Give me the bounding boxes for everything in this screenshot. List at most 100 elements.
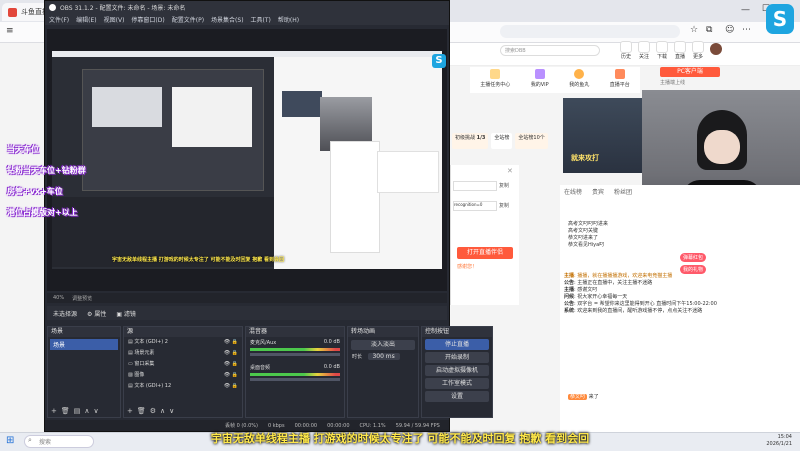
start-dialog: 复制 recognition=0 复制 打开直播伴侣 感谢您！ ✕ (450, 165, 519, 305)
copy-button-2[interactable]: 复制 (499, 202, 509, 209)
fps: 59.94 / 59.94 FPS (395, 422, 440, 429)
copy-button-1[interactable]: 复制 (499, 182, 509, 189)
zoom-level[interactable]: 40% (53, 295, 64, 301)
challenge-card[interactable]: 初级挑战 1/3 (452, 133, 489, 149)
tab-fans[interactable]: 粉丝团 (614, 187, 632, 196)
pc-client-badge[interactable]: PC客户端 (660, 67, 720, 77)
profile-icon[interactable]: ☺ (725, 25, 734, 35)
my-fishball[interactable]: 我的鱼丸 (569, 67, 589, 93)
gift-item: 高考文叼关键 (568, 228, 599, 234)
danmaku-redpack-badge[interactable]: 弹幕红包 (680, 253, 707, 262)
volume-slider[interactable] (250, 353, 340, 356)
chat-panel: 在线榜 贵宾 粉丝团 高考文叼叼叼进来 高考文叼关键 恭文叼进来了 恭文看见Hi… (560, 185, 800, 432)
nav-live[interactable]: 直播 (674, 41, 686, 60)
no-source-selected: 未选择源 (53, 310, 78, 318)
transition-select[interactable]: 淡入淡出 (351, 340, 415, 350)
game-thumbnail: 就来攻打 (563, 98, 643, 173)
live-platform[interactable]: 直播平台 (610, 67, 630, 93)
source-controls[interactable]: +🗑⚙∧∨ (127, 407, 178, 415)
heart-icon (638, 41, 650, 53)
dropped-frames: 丢帧 0 (0.0%) (225, 423, 258, 429)
stop-stream-button[interactable]: 停止直播 (425, 339, 489, 350)
dialog-close-icon[interactable]: ✕ (507, 167, 513, 175)
cpu-usage: CPU: 1.1% (359, 422, 386, 429)
bitrate: 0 kbps (267, 422, 285, 429)
chat-message: 问候: 祝大家开心幸福每一天 (564, 294, 628, 300)
transitions-dock: 转场动画 淡入淡出 时长 300 ms (347, 326, 419, 418)
all-rank-card[interactable]: 全站榜 (491, 133, 513, 149)
gift-item: 高考文叼叼叼进来 (568, 221, 609, 227)
scene-item[interactable]: 场景 (50, 339, 118, 350)
volume-slider[interactable] (250, 378, 340, 381)
nav-more[interactable]: 更多 (692, 41, 704, 60)
live-icon (674, 41, 686, 53)
menu-docks[interactable]: 停靠窗口(D) (131, 15, 164, 24)
filters-button[interactable]: ▣ 滤镜 (116, 309, 136, 318)
recognition-field[interactable]: recognition=0 (453, 201, 497, 211)
preview-scale-label[interactable]: 调整预览 (72, 295, 92, 302)
menu-scene-collection[interactable]: 场景集合(S) (211, 15, 244, 24)
room-sign-text: 就来攻打 (571, 154, 599, 162)
chat-message: 系统: 欢迎来到我的直播间，醒听游戏播不停，点点关注不迷路 (564, 308, 703, 314)
mixer-dock: 混音器 麦克风/Aux 0.0 dB 桌面音频 0.0 dB (245, 326, 345, 418)
settings-button[interactable]: 设置 (425, 391, 489, 402)
audio-meter (250, 348, 340, 351)
controls-dock: 控制按钮 停止直播 开始录制 启动虚拟摄像机 工作室模式 设置 (421, 326, 493, 418)
chat-message: 公告: 主播正在直播中，关注主播不迷路 (564, 280, 653, 286)
overlay-line: 港位占模版对+以上 (7, 208, 78, 217)
overlay-line: 钻粉当天车位+钻粉群 (7, 166, 86, 175)
menu-profile[interactable]: 配置文件(P) (172, 15, 204, 24)
minimize-icon[interactable]: — (741, 5, 750, 15)
obs-preview[interactable]: S 宇宙无敌单线程主播 打游戏的时候太专注了 可能不能及时回复 抱歉 看到会回 … (7, 29, 447, 291)
tab-vip[interactable]: 贵宾 (592, 187, 604, 196)
enter-notice: 恭文叼 来了 (568, 394, 599, 400)
start-recording-button[interactable]: 开始录制 (425, 352, 489, 363)
welcome-text: 感谢您！ (457, 264, 478, 270)
coin-icon (574, 69, 585, 79)
my-gift-badge[interactable]: 我的礼物 (680, 265, 707, 274)
sources-title: 源 (124, 327, 242, 337)
mixer-channel: 麦克风/Aux 0.0 dB (250, 339, 340, 346)
source-item[interactable]: ▤ 场景元素 👁 🔒 (128, 348, 242, 359)
duration-input[interactable]: 300 ms (367, 353, 400, 360)
menu-edit[interactable]: 编辑(E) (76, 15, 96, 24)
duration-label: 时长 (352, 354, 363, 360)
sources-dock: 源 ▤ 文本 (GDI+) 2 👁 🔒 ▤ 场景元素 👁 🔒 ▭ 窗口采集 👁 🔒 ▨… (123, 326, 243, 418)
nav-follow[interactable]: 关注 (638, 41, 650, 60)
source-item[interactable]: ▭ 窗口采集 👁 🔒 (128, 359, 242, 370)
star-icon[interactable]: ☆ (690, 25, 698, 35)
menu-icon[interactable]: ≡ (6, 26, 14, 36)
virtual-camera-button[interactable]: 启动虚拟摄像机 (425, 365, 489, 376)
gift-item: 恭文叼进来了 (568, 235, 599, 241)
source-item[interactable]: ▤ 文本 (GDI+) 12 👁 🔒 (128, 381, 242, 392)
avatar[interactable] (710, 43, 722, 55)
nav-download[interactable]: 下载 (656, 41, 668, 60)
menu-file[interactable]: 文件(F) (49, 15, 69, 24)
tab-online-rank[interactable]: 在线榜 (564, 187, 582, 196)
scene-controls[interactable]: +🗑▤∧∨ (51, 407, 103, 415)
more-icon[interactable]: ⋯ (742, 25, 751, 35)
menu-help[interactable]: 帮助(H) (278, 15, 299, 24)
menu-tools[interactable]: 工具(T) (251, 15, 271, 24)
mission-center[interactable]: 主播任务中心 (480, 67, 510, 93)
audio-meter (250, 373, 340, 376)
obs-titlebar: OBS 31.1.2 - 配置文件: 未命名 - 场景: 未命名 (45, 1, 449, 13)
vip-icon (534, 69, 545, 79)
source-item[interactable]: ▨ 图像 👁 🔒 (128, 370, 242, 381)
properties-button[interactable]: ⚙ 属性 (87, 309, 106, 318)
app-s-logo-icon: S (766, 4, 794, 34)
chat-message: 主播: 播播，就在播播播游戏，欢迎来电竞猫主播 (564, 273, 673, 279)
search-input[interactable]: 搜索DBB (500, 45, 600, 56)
studio-mode-button[interactable]: 工作室模式 (425, 378, 489, 389)
all-rank10-card[interactable]: 全站榜10个 (515, 133, 548, 149)
extensions-icon[interactable]: ⧉ (706, 25, 712, 35)
source-item[interactable]: ▤ 文本 (GDI+) 2 👁 🔒 (128, 337, 242, 348)
obs-title: OBS 31.1.2 - 配置文件: 未命名 - 场景: 未命名 (60, 4, 186, 12)
open-broadcast-button[interactable]: 打开直播伴侣 (457, 247, 513, 259)
my-vip[interactable]: 我的VIP (531, 67, 549, 93)
download-icon (656, 41, 668, 53)
nav-history[interactable]: 历史 (620, 41, 632, 60)
grid-icon (692, 41, 704, 53)
obs-logo-icon (49, 3, 56, 11)
menu-view[interactable]: 视图(V) (104, 15, 125, 24)
